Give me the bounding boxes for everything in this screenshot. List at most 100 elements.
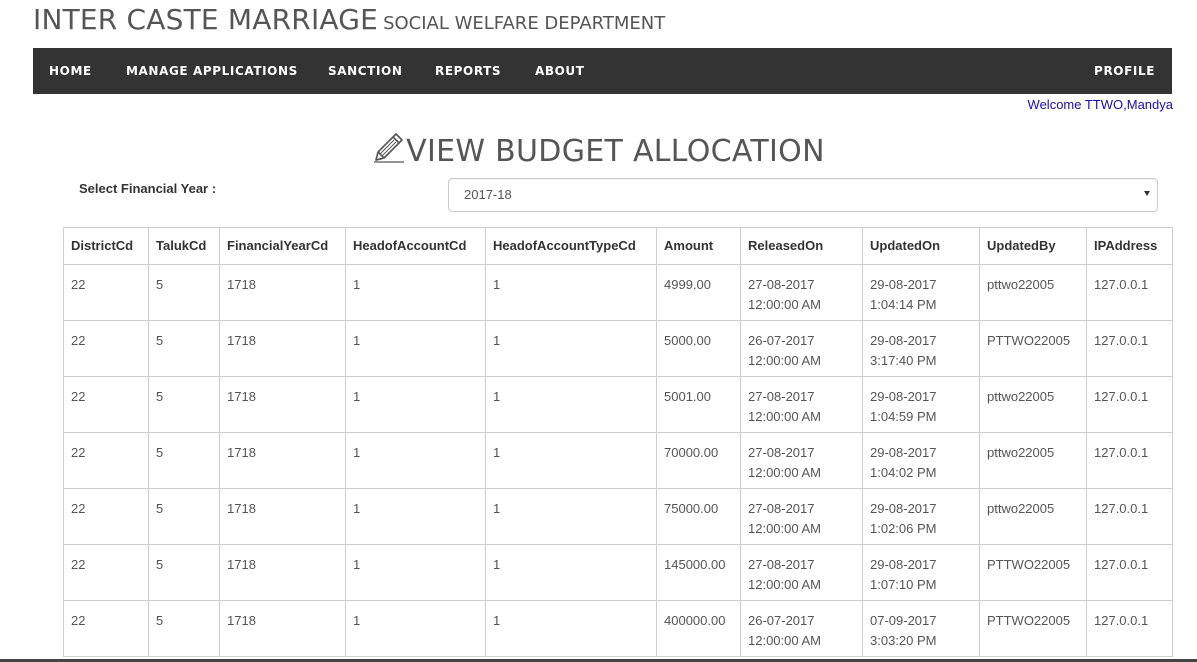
cell-ip-address: 127.0.0.1 <box>1086 320 1173 377</box>
table-row: 22 5 1718 1 1 145000.00 27-08-2017 12:00:00 AM… <box>63 544 1173 601</box>
table-row: 22 5 1718 1 1 70000.00 27-08-2017 12:00:00 AM 2… <box>63 432 1173 489</box>
financial-year-value: 2017-18 <box>464 187 512 202</box>
cell-updated-on: 29-08-2017 1:04:02 PM <box>862 432 980 489</box>
cell-taluk-cd: 5 <box>148 376 220 433</box>
cell-ip-address: 127.0.0.1 <box>1086 488 1173 545</box>
cell-head-of-account-cd: 1 <box>345 264 486 321</box>
column-header-updated-on: UpdatedOn <box>862 227 980 265</box>
cell-released-on: 26-07-2017 12:00:00 AM <box>740 600 863 657</box>
cell-ip-address: 127.0.0.1 <box>1086 600 1173 657</box>
column-header-district-cd: DistrictCd <box>63 227 149 265</box>
cell-updated-by: pttwo22005 <box>979 376 1087 433</box>
cell-district-cd: 22 <box>63 376 149 433</box>
cell-amount: 5000.00 <box>656 320 741 377</box>
cell-head-of-account-cd: 1 <box>345 376 486 433</box>
app-subtitle: SOCIAL WELFARE DEPARTMENT <box>383 13 666 34</box>
welcome-link[interactable]: Welcome TTWO,Mandya <box>1028 97 1173 112</box>
cell-updated-on: 29-08-2017 1:04:59 PM <box>862 376 980 433</box>
cell-amount: 145000.00 <box>656 544 741 601</box>
column-header-ip-address: IPAddress <box>1086 227 1173 265</box>
cell-updated-on: 29-08-2017 3:17:40 PM <box>862 320 980 377</box>
cell-amount: 70000.00 <box>656 432 741 489</box>
cell-head-of-account-type-cd: 1 <box>485 544 657 601</box>
table-body: 22 5 1718 1 1 4999.00 27-08-2017 12:00:00 AM 29… <box>63 264 1173 657</box>
cell-head-of-account-cd: 1 <box>345 600 486 657</box>
nav-manage-applications[interactable]: MANAGE APPLICATIONS <box>126 48 298 94</box>
table-row: 22 5 1718 1 1 400000.00 26-07-2017 12:00:00 AM… <box>63 600 1173 657</box>
cell-head-of-account-type-cd: 1 <box>485 376 657 433</box>
cell-released-on: 26-07-2017 12:00:00 AM <box>740 320 863 377</box>
cell-financial-year-cd: 1718 <box>219 488 346 545</box>
column-header-head-of-account-type-cd: HeadofAccountTypeCd <box>485 227 657 265</box>
cell-district-cd: 22 <box>63 600 149 657</box>
cell-financial-year-cd: 1718 <box>219 432 346 489</box>
cell-updated-by: pttwo22005 <box>979 488 1087 545</box>
caret-down-icon <box>1144 191 1150 196</box>
page-title: VIEW BUDGET ALLOCATION <box>0 130 1197 169</box>
cell-amount: 5001.00 <box>656 376 741 433</box>
cell-taluk-cd: 5 <box>148 264 220 321</box>
cell-released-on: 27-08-2017 12:00:00 AM <box>740 432 863 489</box>
cell-head-of-account-cd: 1 <box>345 488 486 545</box>
column-header-updated-by: UpdatedBy <box>979 227 1087 265</box>
table-row: 22 5 1718 1 1 4999.00 27-08-2017 12:00:00 AM 29… <box>63 264 1173 321</box>
cell-updated-by: PTTWO22005 <box>979 600 1087 657</box>
cell-ip-address: 127.0.0.1 <box>1086 376 1173 433</box>
cell-updated-by: PTTWO22005 <box>979 320 1087 377</box>
cell-updated-by: pttwo22005 <box>979 264 1087 321</box>
budget-allocation-table: DistrictCd TalukCd FinancialYearCd HeadofAc… <box>63 227 1173 657</box>
cell-financial-year-cd: 1718 <box>219 264 346 321</box>
cell-released-on: 27-08-2017 12:00:00 AM <box>740 544 863 601</box>
nav-home[interactable]: HOME <box>49 48 92 94</box>
financial-year-select[interactable]: 2017-18 <box>448 178 1158 212</box>
cell-updated-on: 29-08-2017 1:04:14 PM <box>862 264 980 321</box>
cell-head-of-account-type-cd: 1 <box>485 488 657 545</box>
cell-head-of-account-cd: 1 <box>345 432 486 489</box>
cell-amount: 4999.00 <box>656 264 741 321</box>
cell-district-cd: 22 <box>63 264 149 321</box>
cell-taluk-cd: 5 <box>148 320 220 377</box>
cell-released-on: 27-08-2017 12:00:00 AM <box>740 264 863 321</box>
financial-year-label: Select Financial Year : <box>79 181 217 196</box>
cell-ip-address: 127.0.0.1 <box>1086 432 1173 489</box>
top-navbar: HOME MANAGE APPLICATIONS SANCTION REPORT… <box>33 48 1172 94</box>
column-header-amount: Amount <box>656 227 741 265</box>
cell-head-of-account-type-cd: 1 <box>485 320 657 377</box>
page-title-text: VIEW BUDGET ALLOCATION <box>406 134 825 169</box>
column-header-taluk-cd: TalukCd <box>148 227 220 265</box>
cell-amount: 400000.00 <box>656 600 741 657</box>
cell-ip-address: 127.0.0.1 <box>1086 264 1173 321</box>
column-header-released-on: ReleasedOn <box>740 227 863 265</box>
cell-released-on: 27-08-2017 12:00:00 AM <box>740 376 863 433</box>
nav-profile[interactable]: PROFILE <box>1094 48 1155 94</box>
cell-district-cd: 22 <box>63 320 149 377</box>
cell-financial-year-cd: 1718 <box>219 600 346 657</box>
cell-released-on: 27-08-2017 12:00:00 AM <box>740 488 863 545</box>
nav-reports[interactable]: REPORTS <box>435 48 501 94</box>
table-row: 22 5 1718 1 1 5000.00 26-07-2017 12:00:00 AM 29… <box>63 320 1173 377</box>
table-row: 22 5 1718 1 1 5001.00 27-08-2017 12:00:00 AM 29… <box>63 376 1173 433</box>
cell-financial-year-cd: 1718 <box>219 544 346 601</box>
cell-updated-on: 29-08-2017 1:07:10 PM <box>862 544 980 601</box>
cell-amount: 75000.00 <box>656 488 741 545</box>
brand-header: INTER CASTE MARRIAGE SOCIAL WELFARE DEPAR… <box>33 3 665 36</box>
cell-head-of-account-cd: 1 <box>345 320 486 377</box>
column-header-financial-year-cd: FinancialYearCd <box>219 227 346 265</box>
cell-district-cd: 22 <box>63 488 149 545</box>
nav-sanction[interactable]: SANCTION <box>328 48 402 94</box>
cell-head-of-account-type-cd: 1 <box>485 264 657 321</box>
cell-district-cd: 22 <box>63 432 149 489</box>
cell-updated-on: 07-09-2017 3:03:20 PM <box>862 600 980 657</box>
cell-taluk-cd: 5 <box>148 544 220 601</box>
cell-financial-year-cd: 1718 <box>219 376 346 433</box>
cell-head-of-account-cd: 1 <box>345 544 486 601</box>
cell-updated-by: pttwo22005 <box>979 432 1087 489</box>
cell-taluk-cd: 5 <box>148 600 220 657</box>
pencil-icon <box>374 133 405 163</box>
table-row: 22 5 1718 1 1 75000.00 27-08-2017 12:00:00 AM 2… <box>63 488 1173 545</box>
cell-taluk-cd: 5 <box>148 488 220 545</box>
nav-about[interactable]: ABOUT <box>535 48 585 94</box>
column-header-head-of-account-cd: HeadofAccountCd <box>345 227 486 265</box>
cell-ip-address: 127.0.0.1 <box>1086 544 1173 601</box>
cell-district-cd: 22 <box>63 544 149 601</box>
